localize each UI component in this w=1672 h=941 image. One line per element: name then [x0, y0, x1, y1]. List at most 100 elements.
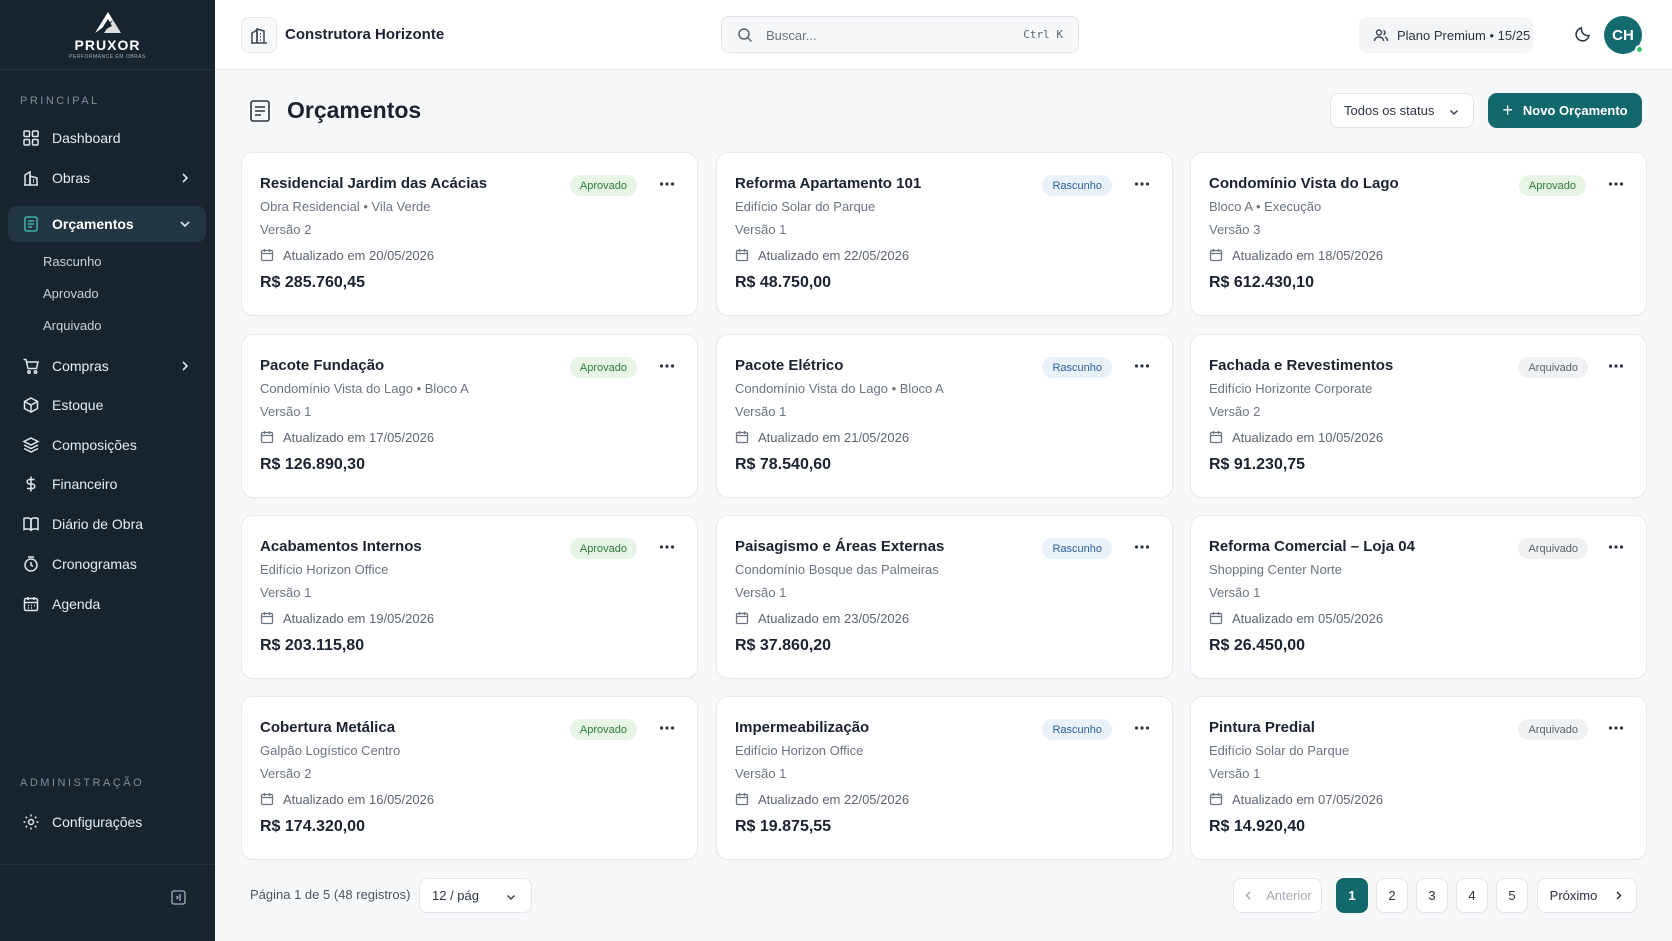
card-title[interactable]: Cobertura Metálica [260, 719, 395, 736]
card-title[interactable]: Reforma Apartamento 101 [735, 175, 921, 192]
sidebar-item-diario-de-obra[interactable]: Diário de Obra [8, 506, 206, 542]
moon-icon[interactable] [1574, 25, 1592, 43]
sidebar-subitem-arquivado[interactable]: Arquivado [43, 318, 102, 333]
card-subtitle: Edifício Solar do Parque [1209, 743, 1350, 758]
card-title[interactable]: Impermeabilização [735, 719, 869, 736]
sidebar-item-compras[interactable]: Compras [8, 348, 206, 384]
more-options-icon[interactable] [1134, 542, 1150, 552]
per-page-select[interactable]: 12 / pág [419, 878, 532, 913]
card-title[interactable]: Fachada e Revestimentos [1209, 357, 1393, 374]
search-input[interactable] [766, 26, 986, 44]
more-options-icon[interactable] [1608, 542, 1624, 552]
budget-card[interactable]: Pacote Fundação Aprovado Condomínio Vista … [241, 334, 698, 498]
building-icon [22, 169, 40, 187]
card-title[interactable]: Pacote Fundação [260, 357, 384, 374]
pagination-next-button[interactable]: Próximo [1537, 878, 1637, 913]
pagination-prev-button[interactable]: Anterior [1233, 878, 1322, 913]
grid-icon [22, 129, 40, 147]
card-title[interactable]: Condomínio Vista do Lago [1209, 175, 1399, 192]
sidebar-item-agenda[interactable]: Agenda [8, 586, 206, 622]
budget-card[interactable]: Cobertura Metálica Aprovado Galpão Logísti… [241, 696, 698, 860]
more-options-icon[interactable] [1608, 179, 1624, 189]
plan-label: Plano Premium • 15/25 [1397, 27, 1531, 43]
budget-card[interactable]: Paisagismo e Áreas Externas Rascunho Condo… [716, 515, 1173, 679]
status-badge: Aprovado [569, 538, 637, 559]
cart-icon [22, 357, 40, 375]
budget-card[interactable]: Reforma Comercial – Loja 04 Arquivado Shop… [1190, 515, 1647, 679]
card-version: Versão 1 [260, 585, 312, 600]
card-updated-date: Atualizado em 10/05/2026 [1232, 430, 1384, 445]
sidebar-item-label: Financeiro [52, 476, 118, 492]
status-badge: Aprovado [569, 719, 637, 740]
card-title[interactable]: Residencial Jardim das Acácias [260, 175, 487, 192]
status-badge: Rascunho [1042, 538, 1112, 559]
sidebar-item-configuracoes[interactable]: Configurações [8, 804, 206, 840]
pagination-page-2[interactable]: 2 [1376, 878, 1408, 913]
dollar-icon [22, 475, 40, 493]
card-title[interactable]: Pacote Elétrico [735, 357, 843, 374]
card-version: Versão 1 [1209, 766, 1261, 781]
more-options-icon[interactable] [1608, 723, 1624, 733]
card-version: Versão 1 [1209, 585, 1261, 600]
card-updated-date: Atualizado em 22/05/2026 [758, 248, 910, 263]
card-updated-date: Atualizado em 19/05/2026 [283, 611, 435, 626]
budget-card[interactable]: Impermeabilização Rascunho Edifício Horizo… [716, 696, 1173, 860]
more-options-icon[interactable] [659, 361, 675, 371]
card-title[interactable]: Paisagismo e Áreas Externas [735, 538, 944, 555]
company-name[interactable]: Construtora Horizonte [285, 26, 444, 43]
sidebar-item-composicoes[interactable]: Composições [8, 427, 206, 463]
pagination-page-4[interactable]: 4 [1456, 878, 1488, 913]
card-updated-date: Atualizado em 21/05/2026 [758, 430, 910, 445]
more-options-icon[interactable] [659, 723, 675, 733]
calendar-icon [1209, 793, 1223, 806]
card-updated-date: Atualizado em 07/05/2026 [1232, 792, 1384, 807]
sidebar-item-label: Orçamentos [52, 216, 134, 232]
sidebar-item-dashboard[interactable]: Dashboard [8, 120, 206, 156]
sidebar-item-financeiro[interactable]: Financeiro [8, 466, 206, 502]
online-status-dot [1635, 45, 1644, 54]
budget-card[interactable]: Pintura Predial Arquivado Edifício Solar d… [1190, 696, 1647, 860]
status-filter-select[interactable]: Todos os status [1330, 93, 1474, 128]
status-badge: Arquivado [1518, 357, 1588, 378]
card-title[interactable]: Pintura Predial [1209, 719, 1315, 736]
sidebar-item-cronogramas[interactable]: Cronogramas [8, 546, 206, 582]
per-page-value: 12 / pág [432, 888, 479, 903]
budget-card[interactable]: Residencial Jardim das Acácias Aprovado Ob… [241, 152, 698, 316]
card-version: Versão 2 [260, 766, 312, 781]
more-options-icon[interactable] [1134, 723, 1150, 733]
card-title[interactable]: Reforma Comercial – Loja 04 [1209, 538, 1415, 555]
sidebar-item-label: Estoque [52, 397, 104, 413]
budget-card[interactable]: Reforma Apartamento 101 Rascunho Edifício … [716, 152, 1173, 316]
more-options-icon[interactable] [659, 179, 675, 189]
new-budget-button[interactable]: + Novo Orçamento [1488, 93, 1642, 128]
pagination-page-1[interactable]: 1 [1336, 878, 1368, 913]
sidebar-subitem-rascunho[interactable]: Rascunho [43, 254, 102, 269]
brand-logo[interactable]: PRUXOR PERFORMANCE EM OBRAS [0, 0, 215, 70]
sidebar-item-obras[interactable]: Obras [8, 160, 206, 196]
collapse-sidebar-icon[interactable] [171, 890, 186, 905]
sidebar-subitem-aprovado[interactable]: Aprovado [43, 286, 99, 301]
more-options-icon[interactable] [1608, 361, 1624, 371]
card-version: Versão 1 [735, 222, 787, 237]
more-options-icon[interactable] [1134, 179, 1150, 189]
budget-card[interactable]: Pacote Elétrico Rascunho Condomínio Vista … [716, 334, 1173, 498]
more-options-icon[interactable] [1134, 361, 1150, 371]
more-options-icon[interactable] [659, 542, 675, 552]
plan-badge[interactable]: Plano Premium • 15/25 [1359, 17, 1533, 53]
sidebar-item-label: Obras [52, 170, 91, 186]
pagination-page-5[interactable]: 5 [1496, 878, 1528, 913]
page-title: Orçamentos [287, 97, 422, 123]
budget-card[interactable]: Acabamentos Internos Aprovado Edifício Hor… [241, 515, 698, 679]
sidebar-item-orcamentos[interactable]: Orçamentos [8, 206, 206, 242]
card-title[interactable]: Acabamentos Internos [260, 538, 422, 555]
sidebar-item-estoque[interactable]: Estoque [8, 387, 206, 423]
sidebar-item-label: Configurações [52, 814, 143, 830]
budget-card[interactable]: Fachada e Revestimentos Arquivado Edifício… [1190, 334, 1647, 498]
sidebar-item-label: Compras [52, 358, 109, 374]
card-version: Versão 1 [735, 585, 787, 600]
search-bar[interactable]: Ctrl K [721, 16, 1079, 53]
company-icon[interactable] [241, 17, 277, 53]
budget-card[interactable]: Condomínio Vista do Lago Aprovado Bloco A … [1190, 152, 1647, 316]
pagination-page-3[interactable]: 3 [1416, 878, 1448, 913]
brand-tagline: PERFORMANCE EM OBRAS [69, 54, 146, 60]
